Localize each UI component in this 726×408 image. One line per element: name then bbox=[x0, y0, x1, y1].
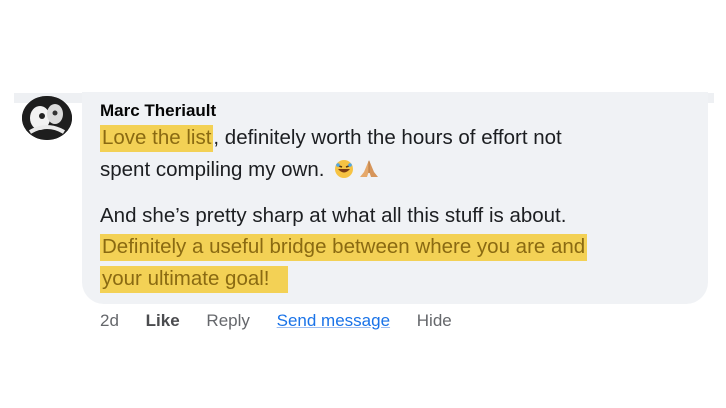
send-message-link[interactable]: Send message bbox=[277, 311, 390, 330]
rolling-on-floor-laughing-emoji bbox=[334, 159, 354, 187]
comment-line-1: Love the list, definitely worth the hour… bbox=[100, 124, 562, 152]
highlighted-text: Love the list bbox=[100, 125, 214, 152]
comment-actions: 2d Like Reply Send message Hide bbox=[100, 311, 474, 331]
comment-line-5: your ultimate goal! bbox=[100, 265, 288, 293]
timestamp-link[interactable]: 2d bbox=[100, 311, 119, 330]
comment-author[interactable]: Marc Theriault bbox=[100, 101, 216, 121]
highlighted-text: your ultimate goal! bbox=[100, 266, 288, 293]
reply-button[interactable]: Reply bbox=[206, 311, 249, 330]
comment-line-2: spent compiling my own. bbox=[100, 156, 380, 187]
comment-text: spent compiling my own. bbox=[100, 158, 325, 181]
folded-hands-emoji bbox=[358, 159, 380, 187]
like-button[interactable]: Like bbox=[146, 311, 180, 330]
comment-line-4: Definitely a useful bridge between where… bbox=[100, 233, 588, 261]
avatar-image-icon bbox=[22, 96, 72, 140]
highlighted-text: Definitely a useful bridge between where… bbox=[100, 234, 588, 261]
comment-line-3: And she’s pretty sharp at what all this … bbox=[100, 202, 566, 230]
comment-text: And she’s pretty sharp at what all this … bbox=[100, 204, 567, 227]
comment-text: , definitely worth the hours of effort n… bbox=[213, 126, 562, 149]
avatar[interactable] bbox=[22, 96, 72, 140]
hide-button[interactable]: Hide bbox=[417, 311, 452, 330]
